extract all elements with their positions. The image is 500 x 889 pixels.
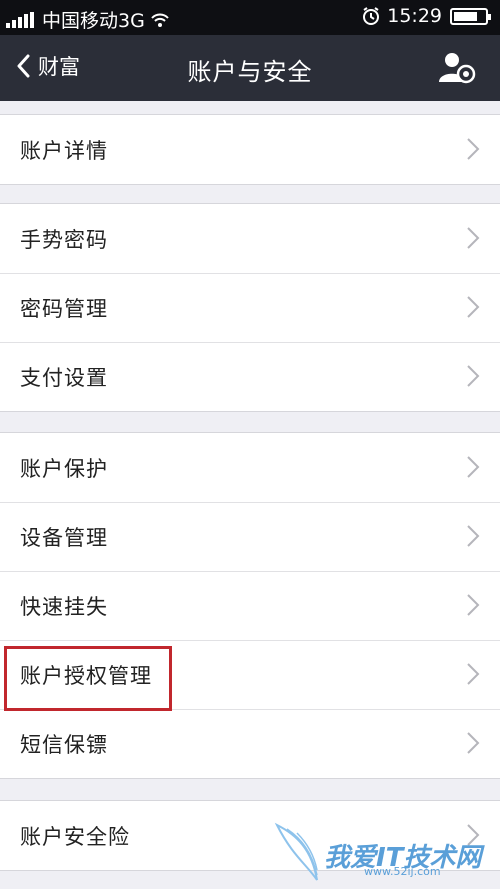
- list-item-label: 密码管理: [20, 296, 108, 321]
- group-passwords: 手势密码 密码管理 支付设置: [0, 203, 500, 412]
- battery-icon: [450, 7, 491, 25]
- list-item-sms-guard[interactable]: 短信保镖: [0, 709, 500, 778]
- list-item-account-details[interactable]: 账户详情: [0, 115, 500, 184]
- list-item-label: 账户安全险: [20, 824, 130, 849]
- list-item-label: 设备管理: [20, 525, 108, 550]
- signal-icon: [6, 11, 36, 28]
- status-bar: 中国移动3G 15:29: [0, 0, 500, 35]
- chevron-right-icon: [467, 594, 480, 616]
- list-item-payment-settings[interactable]: 支付设置: [0, 342, 500, 411]
- chevron-right-icon: [467, 732, 480, 754]
- watermark: 我爱IT技术网 www.52ij.com: [272, 815, 492, 885]
- alarm-icon: [363, 7, 380, 25]
- wifi-icon: [151, 13, 169, 27]
- chevron-right-icon: [467, 525, 480, 547]
- list-item-device-management[interactable]: 设备管理: [0, 502, 500, 571]
- list-item-label: 支付设置: [20, 365, 108, 390]
- list-item-label: 快速挂失: [20, 594, 108, 619]
- list-item-quick-report-loss[interactable]: 快速挂失: [0, 571, 500, 640]
- navigation-bar: 财富 账户与安全: [0, 35, 500, 101]
- group-account-info: 账户详情: [0, 114, 500, 185]
- group-security: 账户保护 设备管理 快速挂失 账户授权管理 短信保镖: [0, 432, 500, 779]
- carrier-label: 中国移动3G: [42, 10, 145, 32]
- chevron-right-icon: [467, 456, 480, 478]
- list-item-label: 账户详情: [20, 138, 108, 163]
- chevron-right-icon: [467, 296, 480, 318]
- highlight-box: [4, 646, 172, 711]
- chevron-right-icon: [467, 138, 480, 160]
- chevron-right-icon: [467, 227, 480, 249]
- clock-time: 15:29: [387, 5, 442, 27]
- chevron-right-icon: [467, 663, 480, 685]
- page-title: 账户与安全: [187, 58, 313, 86]
- watermark-url: www.52ij.com: [364, 865, 441, 878]
- list-item-password-management[interactable]: 密码管理: [0, 273, 500, 342]
- list-item-label: 账户保护: [20, 456, 108, 481]
- list-item-gesture-password[interactable]: 手势密码: [0, 204, 500, 273]
- list-item-account-protection[interactable]: 账户保护: [0, 433, 500, 502]
- list-item-label: 短信保镖: [20, 732, 108, 757]
- list-item-label: 手势密码: [20, 227, 108, 252]
- user-settings-icon[interactable]: [438, 51, 476, 85]
- chevron-right-icon: [467, 365, 480, 387]
